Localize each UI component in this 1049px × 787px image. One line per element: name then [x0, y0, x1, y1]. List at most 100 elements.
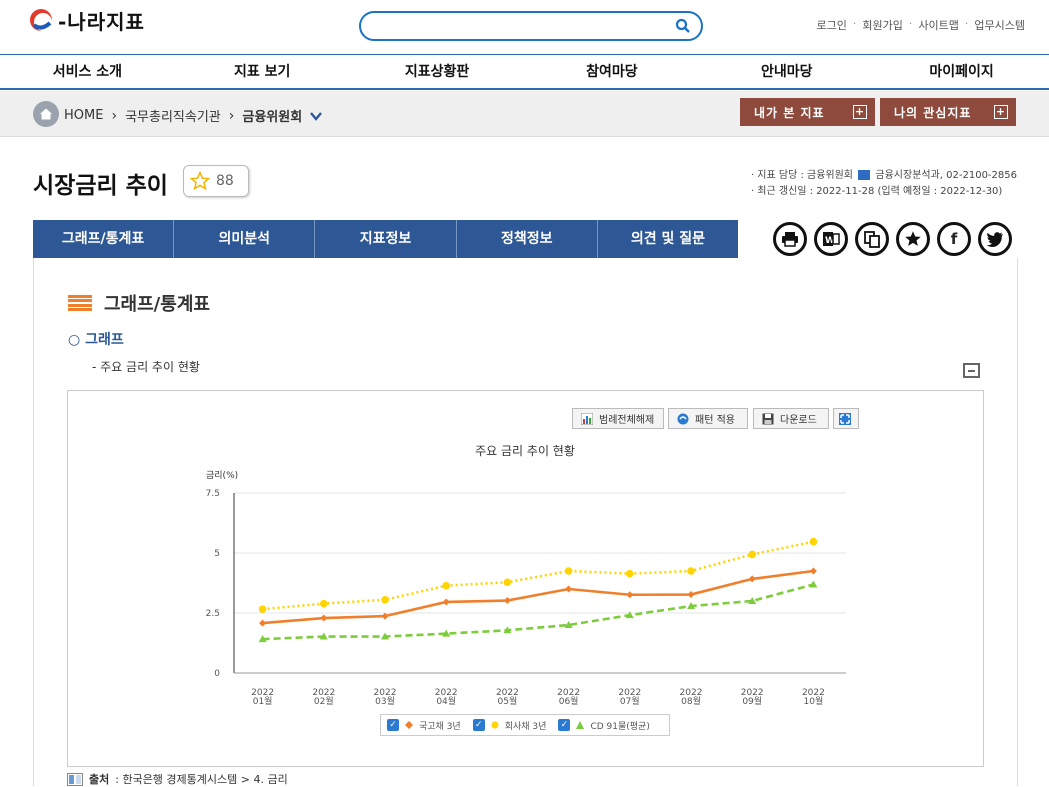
- chart-legend: ✓ 국고채 3년 ✓ 회사채 3년 ✓ CD 91물(평균): [380, 714, 670, 736]
- data-point[interactable]: [748, 575, 756, 583]
- legend-checkbox-3[interactable]: ✓: [558, 719, 571, 731]
- search-box[interactable]: [359, 11, 703, 41]
- section-heading: 그래프/통계표: [68, 290, 210, 316]
- legend-marker-circle: [491, 721, 499, 729]
- sitemap-link[interactable]: 사이트맵: [918, 17, 958, 33]
- meta-updated: · 최근 갱신일 : 2022-11-28 (입력 예정일 : 2022-12-…: [750, 186, 1003, 197]
- fullscreen-button[interactable]: [833, 408, 859, 429]
- house-icon: [40, 108, 52, 120]
- tab-policy-info[interactable]: 정책정보: [456, 220, 598, 258]
- plus-icon: +: [994, 105, 1008, 119]
- data-point[interactable]: [503, 578, 512, 587]
- login-link[interactable]: 로그인: [817, 17, 847, 33]
- data-point[interactable]: [320, 599, 328, 608]
- logo-text: -나라지표: [58, 9, 145, 34]
- tab-analysis[interactable]: 의미분석: [174, 220, 316, 258]
- meta-owner: · 지표 담당 : 금융위원회 금융시장분석과, 02-2100-2856: [751, 168, 1017, 184]
- data-point[interactable]: [809, 567, 817, 575]
- legend-series-3[interactable]: CD 91물(평균): [590, 719, 649, 732]
- pattern-button[interactable]: 패턴 적용: [668, 408, 748, 429]
- y-axis-ticks: 7.5 5 2.5 0: [206, 489, 221, 679]
- x-tick-label: 09월: [742, 695, 762, 707]
- chevron-down-icon[interactable]: [310, 111, 323, 121]
- data-point[interactable]: [381, 612, 389, 620]
- nav-mypage[interactable]: 마이페이지: [874, 55, 1049, 88]
- breadcrumb-home[interactable]: HOME: [64, 108, 103, 123]
- source-label: 출처: [89, 773, 110, 786]
- x-tick-label: 01월: [253, 695, 273, 707]
- indicator-meta: · 지표 담당 : 금융위원회 금융시장분석과, 02-2100-2856 · …: [751, 168, 1017, 200]
- source-text[interactable]: : 한국은행 경제통계시스템 > 4. 금리: [115, 771, 287, 787]
- legend-series-2[interactable]: 회사채 3년: [505, 719, 547, 732]
- breadcrumb-level2[interactable]: 금융위원회: [242, 106, 302, 125]
- word-icon[interactable]: W: [814, 222, 848, 256]
- breadcrumb-level1[interactable]: 국무총리직속기관: [125, 106, 221, 125]
- tab-graph-table[interactable]: 그래프/통계표: [33, 220, 175, 258]
- data-point[interactable]: [687, 567, 695, 575]
- viewed-indicators-button[interactable]: 내가 본 지표 +: [740, 98, 875, 126]
- legend-series-1[interactable]: 국고채 3년: [419, 719, 461, 732]
- search-icon[interactable]: [675, 18, 691, 34]
- site-logo[interactable]: -나라지표: [28, 6, 145, 34]
- download-label: 다운로드: [780, 415, 817, 426]
- nav-dashboard[interactable]: 지표상황판: [350, 55, 525, 88]
- data-point[interactable]: [809, 537, 818, 546]
- legend-checkbox-2[interactable]: ✓: [472, 719, 485, 731]
- graph-description: - 주요 금리 추이 현황: [92, 360, 200, 374]
- tab-comments[interactable]: 의견 및 질문: [597, 220, 739, 258]
- signup-link[interactable]: 회원가입: [862, 17, 902, 33]
- x-tick-label: 08월: [681, 695, 701, 707]
- series-line-2: [262, 540, 814, 611]
- chevron-right-icon: ›: [228, 107, 235, 124]
- data-point[interactable]: [258, 605, 267, 613]
- data-point[interactable]: [381, 596, 389, 604]
- data-point[interactable]: [748, 550, 756, 559]
- save-icon: [762, 413, 774, 424]
- nav-guide[interactable]: 안내마당: [699, 55, 874, 88]
- data-point[interactable]: [564, 567, 573, 575]
- x-tick-label: 05월: [498, 695, 518, 707]
- pattern-label: 패턴 적용: [695, 415, 735, 426]
- data-point[interactable]: [442, 581, 450, 590]
- interest-indicators-button[interactable]: 나의 관심지표 +: [880, 98, 1016, 126]
- data-point[interactable]: [565, 585, 573, 593]
- y-tick-label: 2.5: [206, 609, 220, 619]
- legend-checkbox-1[interactable]: ✓: [387, 719, 399, 731]
- chart-title: 주요 금리 추이 현황: [475, 444, 575, 458]
- favorite-count: 88: [216, 173, 234, 189]
- nav-service-intro[interactable]: 서비스 소개: [0, 55, 175, 88]
- utility-links: 로그인 · 회원가입 · 사이트맵 · 업무시스템: [817, 17, 1025, 33]
- star-icon[interactable]: [896, 222, 930, 256]
- plus-icon: +: [853, 105, 867, 119]
- legend-toggle-button[interactable]: 범례전체해제: [572, 408, 664, 429]
- bar-chart-icon: [581, 412, 593, 425]
- series-line-1: [262, 569, 814, 625]
- favorite-button[interactable]: 88: [183, 165, 249, 197]
- search-input[interactable]: [373, 13, 673, 39]
- data-point[interactable]: [503, 597, 511, 605]
- nav-participation[interactable]: 참여마당: [524, 55, 699, 88]
- separator-dot: ·: [964, 17, 969, 30]
- copy-icon[interactable]: [855, 222, 889, 256]
- twitter-icon[interactable]: [978, 222, 1012, 256]
- facebook-icon[interactable]: f: [937, 222, 971, 256]
- print-icon[interactable]: [773, 222, 807, 256]
- worksystem-link[interactable]: 업무시스템: [974, 17, 1025, 33]
- data-point[interactable]: [320, 614, 328, 622]
- data-point[interactable]: [626, 569, 634, 578]
- tab-indicator-info[interactable]: 지표정보: [315, 220, 457, 258]
- nav-view-indicators[interactable]: 지표 보기: [175, 55, 350, 88]
- home-icon[interactable]: [33, 101, 59, 127]
- meta-owner-dept: 금융시장분석과, 02-2100-2856: [875, 170, 1017, 181]
- contact-icon[interactable]: [858, 170, 871, 180]
- graph-subheading: ○ 그래프: [68, 332, 124, 348]
- data-point[interactable]: [259, 619, 267, 627]
- download-button[interactable]: 다운로드: [753, 408, 829, 429]
- collapse-button[interactable]: [963, 363, 980, 378]
- data-point[interactable]: [442, 598, 450, 606]
- breadcrumb: HOME › 국무총리직속기관 › 금융위원회: [64, 106, 323, 125]
- list-lines-icon: [68, 295, 92, 311]
- page-title: 시장금리 추이: [33, 173, 168, 199]
- data-point[interactable]: [687, 591, 695, 599]
- data-point[interactable]: [626, 591, 634, 599]
